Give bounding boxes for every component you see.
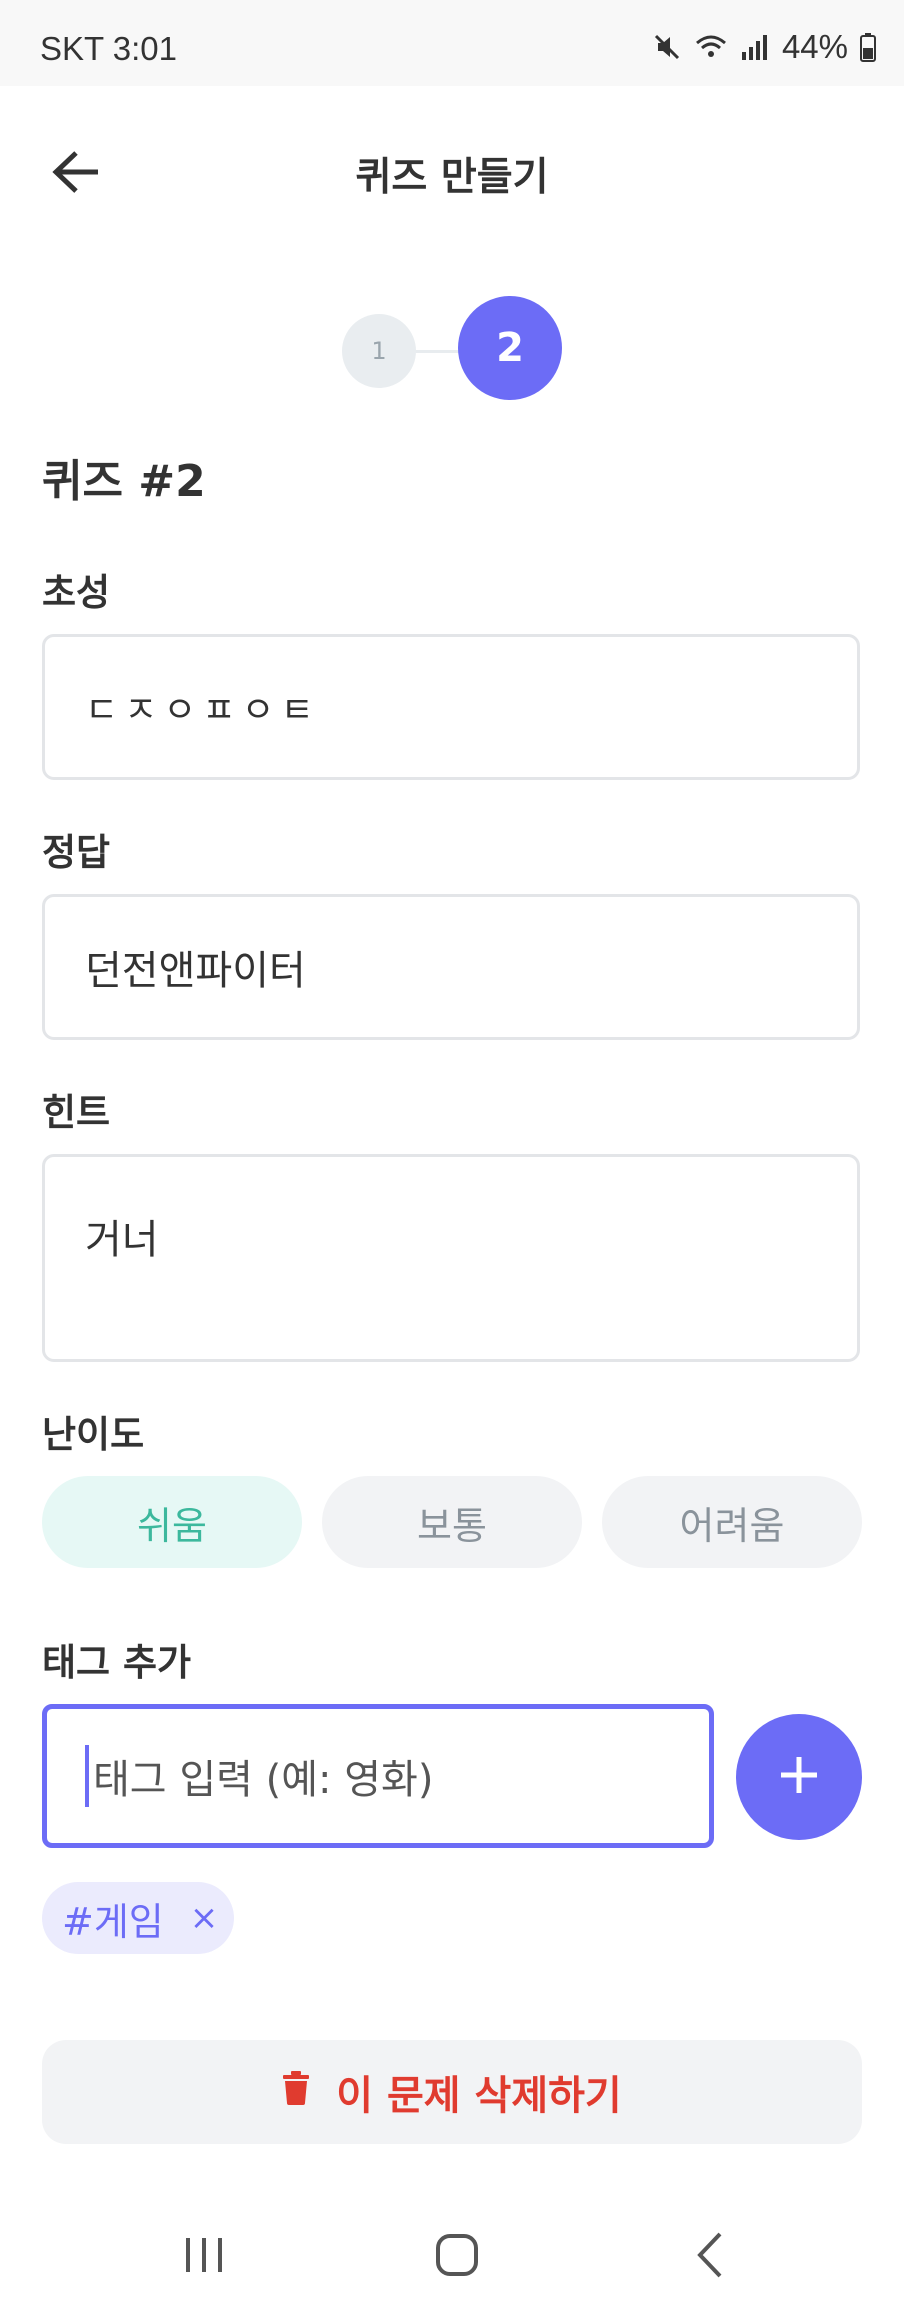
recent-apps-icon[interactable] bbox=[182, 2230, 226, 2284]
battery-icon bbox=[860, 32, 876, 62]
add-tag-button[interactable] bbox=[736, 1714, 862, 1840]
consonants-label: 초성 bbox=[42, 571, 111, 614]
app-bar: 퀴즈 만들기 bbox=[0, 86, 904, 256]
tag-chip-label: #게임 bbox=[62, 1899, 164, 1944]
step-1[interactable]: 1 bbox=[342, 314, 416, 388]
tag-chip: #게임 × bbox=[42, 1882, 234, 1954]
text-caret bbox=[85, 1745, 89, 1807]
tag-input-placeholder: 태그 입력 (예: 영화) bbox=[93, 1757, 434, 1803]
hint-label: 힌트 bbox=[42, 1091, 111, 1134]
step-2-active[interactable]: 2 bbox=[458, 296, 562, 400]
status-bar: SKT 3:01 44% bbox=[0, 0, 904, 86]
difficulty-normal-button[interactable]: 보통 bbox=[322, 1476, 582, 1568]
delete-question-button[interactable]: 이 문제 삭제하기 bbox=[42, 2040, 862, 2144]
tag-input[interactable]: 태그 입력 (예: 영화) bbox=[42, 1704, 714, 1848]
carrier-time: SKT 3:01 bbox=[40, 30, 177, 67]
hint-input[interactable]: 거너 bbox=[42, 1154, 860, 1362]
answer-label: 정답 bbox=[42, 831, 111, 874]
battery-percent: 44% bbox=[781, 28, 848, 65]
plus-icon bbox=[777, 1753, 821, 1801]
difficulty-label: 난이도 bbox=[42, 1413, 145, 1456]
status-icons: 44% bbox=[652, 28, 876, 66]
system-nav-bar bbox=[0, 2200, 904, 2316]
home-icon[interactable] bbox=[434, 2230, 480, 2284]
wifi-icon bbox=[694, 32, 728, 62]
mute-icon bbox=[652, 32, 682, 62]
signal-icon bbox=[740, 32, 770, 62]
trash-icon bbox=[282, 2069, 310, 2115]
difficulty-hard-button[interactable]: 어려움 bbox=[602, 1476, 862, 1568]
quiz-title: 퀴즈 #2 bbox=[42, 456, 206, 507]
back-icon[interactable] bbox=[692, 2230, 728, 2284]
consonants-input[interactable]: ㄷㅈㅇㅍㅇㅌ bbox=[42, 634, 860, 780]
step-indicator: 1 2 bbox=[340, 296, 562, 406]
answer-input[interactable]: 던전앤파이터 bbox=[42, 894, 860, 1040]
tags-label: 태그 추가 bbox=[42, 1641, 192, 1684]
delete-question-label: 이 문제 삭제하기 bbox=[336, 2073, 622, 2119]
remove-tag-button[interactable]: × bbox=[190, 1898, 219, 1938]
page-title: 퀴즈 만들기 bbox=[355, 155, 549, 200]
difficulty-easy-button[interactable]: 쉬움 bbox=[42, 1476, 302, 1568]
